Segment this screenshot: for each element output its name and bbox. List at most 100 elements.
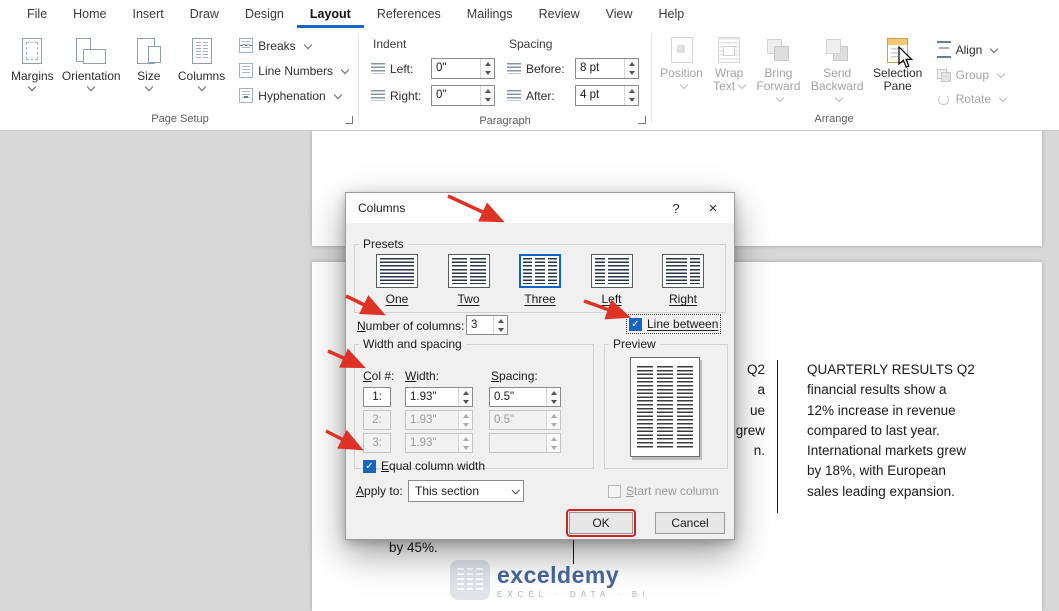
breaks-button[interactable]: Breaks (239, 38, 348, 53)
presets-group-label: Presets (363, 237, 404, 251)
checkbox-box (608, 484, 621, 498)
checkbox-check-icon: ✓ (363, 459, 376, 473)
spinner-arrows (546, 434, 560, 452)
tab-draw[interactable]: Draw (177, 0, 232, 28)
margins-icon (22, 38, 43, 64)
col1-width-input[interactable]: 1.93" (405, 387, 473, 407)
page-setup-dialog-launcher-icon[interactable] (345, 116, 353, 124)
tab-home[interactable]: Home (60, 0, 119, 28)
dialog-titlebar: Columns ? × (346, 193, 734, 223)
spacing-before-input[interactable]: 8 pt (575, 58, 639, 79)
col2-spacing-input: 0.5" (489, 410, 561, 430)
start-new-column-checkbox: Start new column (608, 484, 719, 498)
group-label-page-setup: Page Setup (151, 113, 209, 125)
line-numbers-button[interactable]: Line Numbers (239, 63, 350, 78)
position-icon (670, 37, 693, 63)
indent-right-input[interactable]: 0" (431, 85, 495, 106)
hyphenation-icon (239, 88, 254, 103)
ribbon-group-paragraph: Indent Left: 0" Right: 0" Spacing Before… (361, 28, 649, 129)
preset-right[interactable]: Right (655, 254, 711, 306)
orientation-button[interactable]: Orientation (57, 35, 126, 92)
line-between-checkbox[interactable]: ✓ Line between (625, 314, 722, 334)
ribbon-group-arrange: Position Wrap Text Bring Forward Send Ba… (654, 28, 1014, 129)
preset-one[interactable]: One (369, 254, 425, 306)
document-text-line: 12% increase in revenue (807, 402, 956, 418)
spinner-arrows[interactable] (458, 388, 472, 406)
tab-references[interactable]: References (364, 0, 454, 28)
preset-two[interactable]: Two (441, 254, 497, 306)
dialog-help-icon[interactable]: ? (660, 193, 692, 223)
preview-page (630, 357, 700, 457)
col1-spacing-input[interactable]: 0.5" (489, 387, 561, 407)
rotate-button[interactable]: Rotate (937, 92, 1008, 106)
dialog-close-icon[interactable]: × (692, 193, 734, 223)
tab-insert[interactable]: Insert (120, 0, 177, 28)
size-icon (136, 38, 161, 64)
col-number-2: 2: (363, 410, 391, 430)
columns-button[interactable]: Columns (172, 35, 231, 92)
width-header: Width: (405, 369, 440, 383)
spinner-arrows[interactable] (546, 388, 560, 406)
equal-column-width-checkbox[interactable]: ✓ Equal column width (363, 459, 485, 473)
align-button[interactable]: Align (936, 41, 1006, 58)
cancel-button[interactable]: Cancel (655, 512, 725, 534)
document-text-line: QUARTERLY RESULTS Q2 (807, 362, 975, 377)
indent-left-input[interactable]: 0" (431, 58, 495, 79)
group-objects-icon (936, 68, 951, 82)
exceldemy-watermark: exceldemy EXCEL · DATA · BI (450, 560, 649, 600)
spinner-arrows[interactable] (624, 86, 638, 105)
col3-width-input: 1.93" (405, 433, 473, 453)
bring-forward-button[interactable]: Bring Forward (753, 35, 803, 107)
position-button[interactable]: Position (658, 35, 705, 94)
paragraph-dialog-launcher-icon[interactable] (638, 116, 646, 124)
send-backward-button[interactable]: Send Backward (808, 35, 867, 107)
spinner-arrows (458, 411, 472, 429)
chevron-down-icon (303, 40, 312, 49)
hyphenation-button[interactable]: Hyphenation (239, 88, 348, 103)
margins-button[interactable]: Margins (8, 35, 57, 92)
spinner-arrows[interactable] (480, 59, 494, 78)
spacing-before-icon (507, 63, 521, 74)
group-divider (358, 34, 359, 123)
chevron-down-icon (834, 93, 844, 103)
breaks-icon (239, 38, 254, 53)
combo-dropdown-icon (506, 481, 523, 501)
tab-file[interactable]: File (14, 0, 60, 28)
col-number-3: 3: (363, 433, 391, 453)
preset-three[interactable]: Three (512, 254, 568, 306)
number-of-columns-input[interactable]: 3 (466, 315, 508, 335)
indent-left-icon (371, 63, 385, 74)
ok-button[interactable]: OK (569, 512, 633, 534)
tab-review[interactable]: Review (526, 0, 593, 28)
document-left-column-fragment[interactable]: by 45%. (389, 540, 438, 555)
document-right-column[interactable]: QUARTERLY RESULTS Q2 financial results s… (807, 360, 985, 502)
selection-pane-button[interactable]: Selection Pane (871, 35, 925, 94)
apply-to-select[interactable]: This section (408, 480, 524, 502)
column-divider-line (777, 360, 778, 513)
tab-mailings[interactable]: Mailings (454, 0, 526, 28)
spinner-arrows[interactable] (493, 316, 507, 334)
tab-layout[interactable]: Layout (297, 0, 364, 28)
document-text-line: by 18%, with European (807, 463, 946, 479)
indent-header: Indent (373, 37, 407, 51)
checkbox-check-icon: ✓ (629, 317, 642, 331)
align-icon (936, 41, 951, 58)
tab-help[interactable]: Help (646, 0, 698, 28)
tab-design[interactable]: Design (232, 0, 297, 28)
document-text-line: financial results show a (807, 382, 947, 398)
size-button[interactable]: Size (126, 35, 172, 92)
col-number-1: 1: (363, 387, 391, 407)
dialog-title: Columns (358, 201, 406, 215)
chevron-down-icon (776, 93, 785, 103)
indent-right-icon (371, 90, 385, 101)
spinner-arrows[interactable] (624, 59, 638, 78)
group-button[interactable]: Group (936, 68, 1006, 82)
spacing-after-input[interactable]: 4 pt (575, 85, 639, 106)
wrap-text-button[interactable]: Wrap Text (709, 35, 749, 94)
spinner-arrows[interactable] (480, 86, 494, 105)
wrap-text-icon (718, 37, 741, 63)
preset-left[interactable]: Left (584, 254, 640, 306)
line-numbers-icon (239, 63, 254, 78)
tab-view[interactable]: View (593, 0, 646, 28)
preset-one-icon (376, 254, 418, 288)
